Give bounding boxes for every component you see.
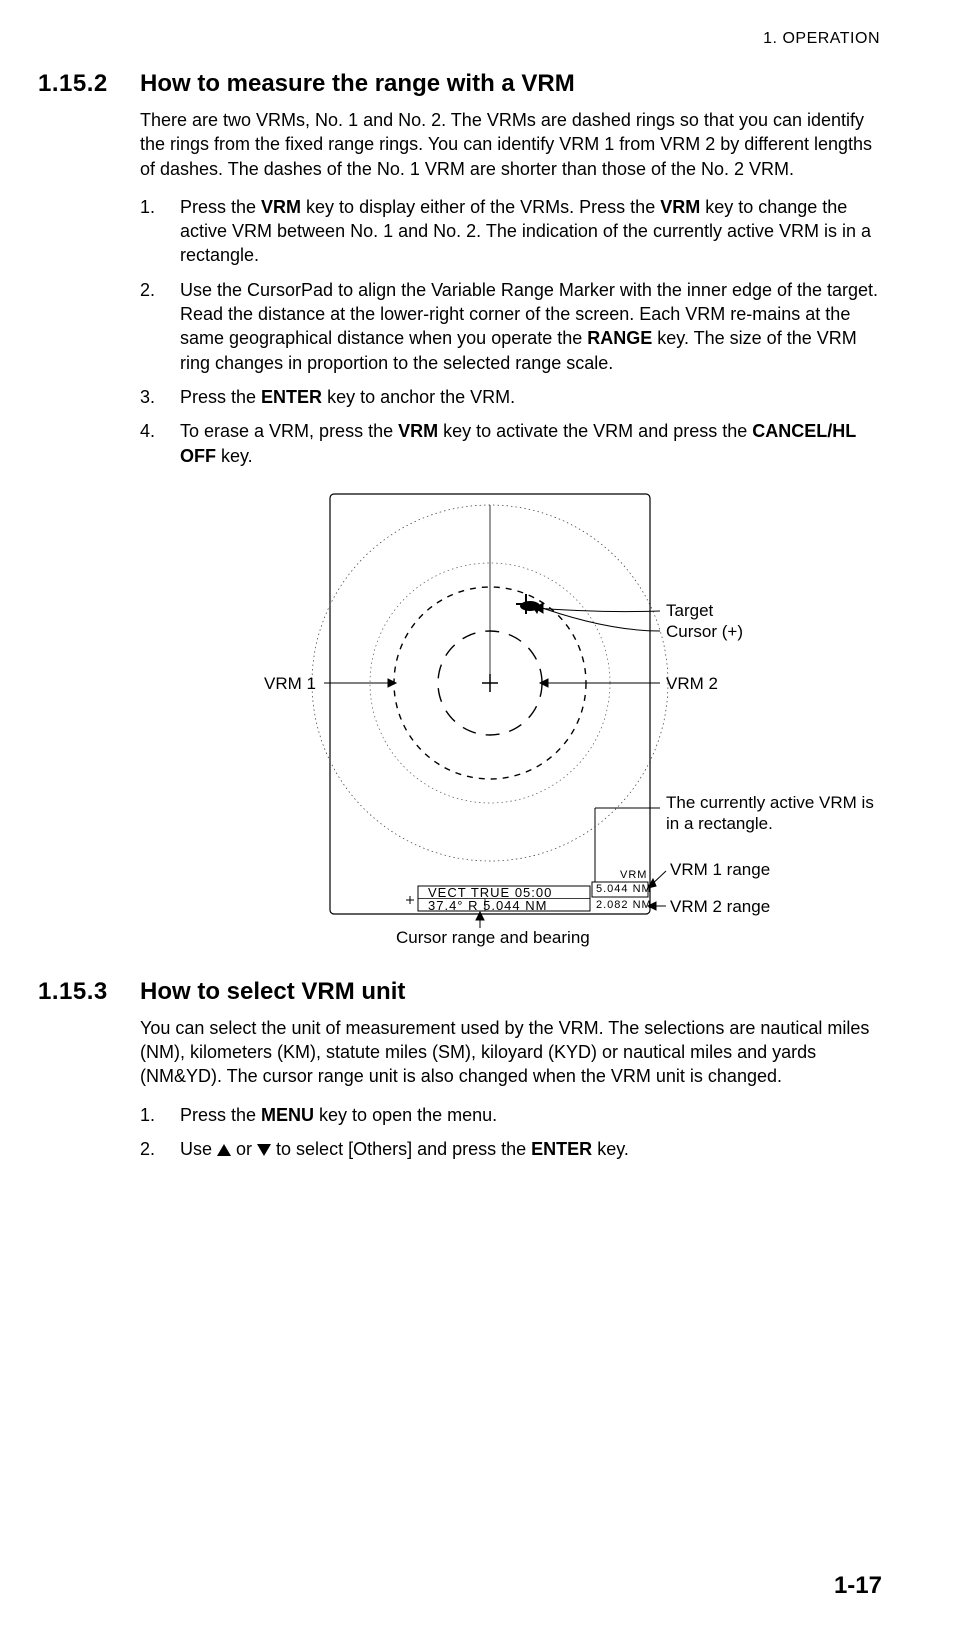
label-vrm2: VRM 2 [666, 674, 718, 694]
step-text: Use [180, 1139, 217, 1159]
step-text: key to display either of the VRMs. Press… [301, 197, 660, 217]
readout-vrm2-val: 2.082 NM [596, 899, 652, 911]
step-text: to select [Others] and press the [271, 1139, 531, 1159]
label-vrm1-range: VRM 1 range [670, 860, 770, 880]
step-text: key to activate the VRM and press the [438, 421, 752, 441]
step-text: or [231, 1139, 257, 1159]
step-text: Press the [180, 387, 261, 407]
label-vrm2-range: VRM 2 range [670, 897, 770, 917]
steps-list: Press the VRM key to display either of t… [140, 195, 882, 468]
label-cursor-rb: Cursor range and bearing [396, 928, 590, 948]
step-text: Press the [180, 197, 261, 217]
key-name: ENTER [261, 387, 322, 407]
triangle-down-icon [257, 1144, 271, 1156]
label-active-note: The currently active VRM is in a rectang… [666, 792, 886, 835]
readout-vrm-label: VRM [620, 869, 647, 881]
page-number: 1-17 [834, 1572, 882, 1600]
label-vrm1: VRM 1 [264, 674, 316, 694]
step-text: key to anchor the VRM. [322, 387, 515, 407]
key-name: MENU [261, 1105, 314, 1125]
label-cursor: Cursor (+) [666, 622, 743, 642]
intro-paragraph: You can select the unit of measurement u… [140, 1016, 882, 1089]
section-number: 1.15.2 [38, 70, 140, 98]
key-name: ENTER [531, 1139, 592, 1159]
step-item: Use or to select [Others] and press the … [140, 1137, 882, 1161]
running-header: 1. OPERATION [38, 30, 882, 48]
key-name: RANGE [587, 328, 652, 348]
step-item: Press the ENTER key to anchor the VRM. [140, 385, 882, 409]
label-target: Target [666, 601, 713, 621]
step-text: Press the [180, 1105, 261, 1125]
step-text: To erase a VRM, press the [180, 421, 398, 441]
key-name: VRM [398, 421, 438, 441]
figure-vrm-diagram: Target Cursor (+) VRM 1 VRM 2 The curren… [200, 488, 960, 958]
steps-list: Press the MENU key to open the menu. Use… [140, 1103, 882, 1162]
step-item: Use the CursorPad to align the Variable … [140, 278, 882, 375]
intro-paragraph: There are two VRMs, No. 1 and No. 2. The… [140, 108, 882, 181]
section-title: How to select VRM unit [140, 978, 405, 1006]
key-name: VRM [660, 197, 700, 217]
step-item: Press the VRM key to display either of t… [140, 195, 882, 268]
section-number: 1.15.3 [38, 978, 140, 1006]
step-text: key. [216, 446, 253, 466]
readout-bearing-range: 37.4° R 5.044 NM [428, 898, 547, 913]
step-text: key. [592, 1139, 629, 1159]
step-text: key to open the menu. [314, 1105, 497, 1125]
readout-vrm1-val: 5.044 NM [596, 883, 652, 895]
key-name: VRM [261, 197, 301, 217]
section-title: How to measure the range with a VRM [140, 70, 575, 98]
step-item: Press the MENU key to open the menu. [140, 1103, 882, 1127]
step-item: To erase a VRM, press the VRM key to act… [140, 419, 882, 468]
triangle-up-icon [217, 1144, 231, 1156]
